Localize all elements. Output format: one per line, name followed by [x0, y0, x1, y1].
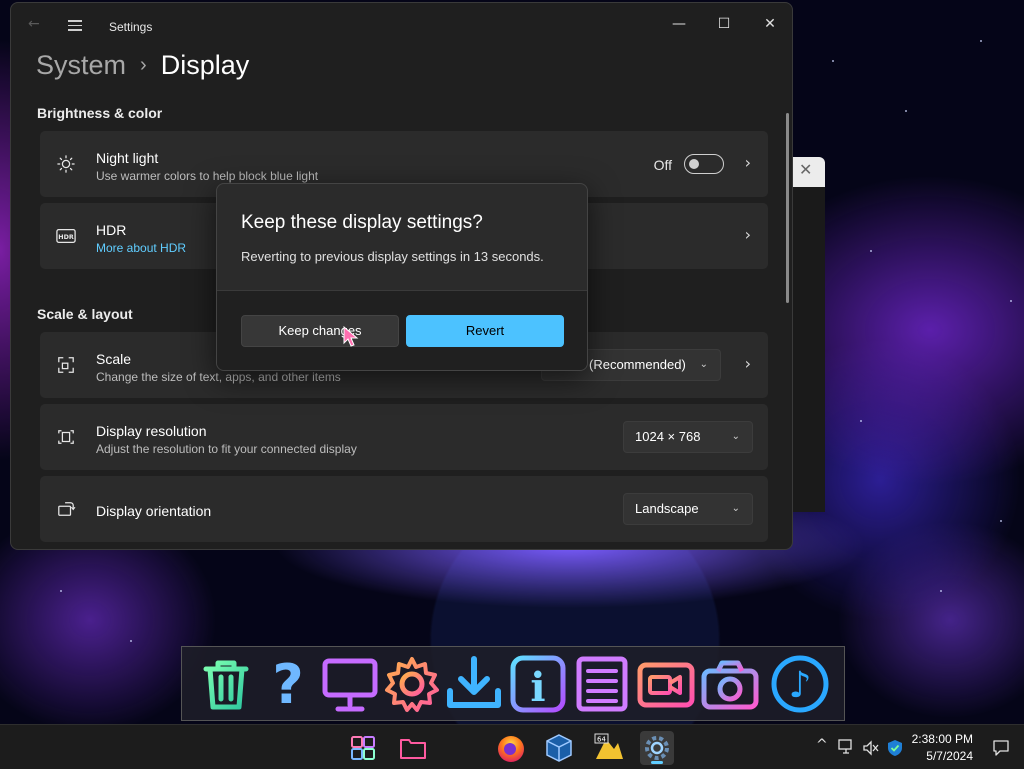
star [1010, 300, 1012, 302]
section-heading-brightness: Brightness & color [37, 105, 163, 121]
music-icon[interactable]: ♪ [770, 653, 830, 715]
night-light-title: Night light [96, 150, 159, 166]
svg-text:i: i [530, 664, 545, 711]
settings-icon[interactable] [640, 731, 674, 765]
display-orientation-card: Display orientation Landscape ⌄ [40, 476, 768, 542]
clock-time: 2:38:00 PM [911, 732, 973, 746]
clock[interactable]: 2:38:00 PM 5/7/2024 [912, 731, 973, 765]
svg-text:HDR: HDR [58, 234, 74, 241]
dialog-title: Keep these display settings? [241, 212, 483, 233]
chevron-right-icon[interactable]: › [745, 225, 751, 244]
star [980, 40, 982, 42]
star [1000, 520, 1002, 522]
video-camera-icon[interactable] [636, 653, 696, 715]
trash-icon[interactable] [196, 653, 256, 715]
file-explorer-icon[interactable] [396, 731, 430, 765]
night-light-toggle[interactable] [684, 154, 724, 174]
section-heading-scale-layout: Scale & layout [37, 306, 133, 322]
tray-overflow-chevron-icon[interactable]: ^ [816, 737, 828, 753]
svg-text:♪: ♪ [789, 665, 812, 706]
resolution-icon [58, 430, 74, 444]
scale-icon [58, 357, 74, 373]
orientation-title: Display orientation [96, 503, 212, 519]
security-shield-icon[interactable] [886, 739, 904, 757]
revert-button[interactable]: Revert [406, 315, 564, 347]
resolution-title: Display resolution [96, 423, 207, 439]
star [60, 590, 62, 592]
start-icon[interactable] [346, 731, 380, 765]
keep-settings-dialog: Keep these display settings? Reverting t… [216, 183, 588, 371]
display-resolution-card: Display resolution Adjust the resolution… [40, 404, 768, 470]
document-icon[interactable] [572, 653, 632, 715]
orientation-icon [58, 502, 76, 516]
chevron-right-icon[interactable]: › [745, 153, 751, 172]
resolution-value: 1024 × 768 [635, 429, 701, 444]
background-window-close-icon[interactable]: ✕ [799, 160, 812, 179]
star [860, 420, 862, 422]
dialog-message: Reverting to previous display settings i… [241, 249, 544, 264]
star [870, 250, 872, 252]
chevron-down-icon: ⌄ [731, 431, 740, 442]
notification-icon[interactable] [992, 739, 1010, 757]
download-icon[interactable] [444, 653, 504, 715]
breadcrumb: System › Display [36, 50, 249, 81]
breadcrumb-separator: › [140, 54, 147, 76]
star [940, 590, 942, 592]
virtualbox-icon[interactable] [542, 731, 576, 765]
settings-gear-icon[interactable] [382, 653, 442, 715]
resolution-subtitle: Adjust the resolution to fit your connec… [96, 442, 357, 456]
photo-camera-icon[interactable] [700, 653, 760, 715]
help-icon[interactable]: ? [258, 653, 318, 715]
dock: ? i ♪ [181, 646, 845, 721]
minimize-button[interactable]: — [659, 9, 699, 39]
taskbar: 64 ^ 2:38:00 PM 5/7/2024 [0, 724, 1024, 769]
window-title: Settings [109, 20, 153, 34]
background-window [793, 187, 825, 512]
scale-title: Scale [96, 351, 132, 367]
back-arrow-icon[interactable]: ← [28, 16, 40, 32]
close-button[interactable]: ✕ [750, 9, 790, 39]
breadcrumb-system[interactable]: System [36, 50, 126, 80]
speaker-muted-icon[interactable] [862, 740, 880, 756]
app-64-icon[interactable]: 64 [592, 731, 626, 765]
hdr-more-link[interactable]: More about HDR [96, 241, 186, 255]
firefox-icon[interactable] [494, 731, 528, 765]
brightness-icon [57, 155, 75, 173]
star [832, 60, 834, 62]
scale-subtitle: Change the size of text, apps, and other… [96, 370, 341, 384]
orientation-dropdown[interactable]: Landscape ⌄ [623, 493, 753, 525]
hdr-icon: HDR [56, 229, 76, 243]
chevron-down-icon: ⌄ [699, 359, 708, 370]
title-bar: ← Settings — ☐ ✕ [11, 3, 792, 47]
network-icon[interactable] [838, 739, 856, 755]
monitor-icon[interactable] [320, 653, 380, 715]
orientation-value: Landscape [635, 501, 699, 516]
svg-text:?: ? [272, 653, 303, 715]
mouse-cursor-icon [343, 326, 359, 347]
info-icon[interactable]: i [508, 653, 568, 715]
resolution-dropdown[interactable]: 1024 × 768 ⌄ [623, 421, 753, 453]
night-light-toggle-label: Off [653, 157, 672, 173]
keep-changes-button[interactable]: Keep changes [241, 315, 399, 347]
star [905, 110, 907, 112]
active-indicator [651, 761, 663, 764]
scrollbar[interactable] [786, 113, 789, 303]
night-light-subtitle: Use warmer colors to help block blue lig… [96, 169, 319, 183]
page-title: Display [160, 50, 250, 80]
svg-text:64: 64 [597, 736, 606, 744]
star [130, 640, 132, 642]
hamburger-menu-icon[interactable] [68, 20, 82, 31]
clock-date: 5/7/2024 [926, 749, 973, 763]
chevron-right-icon[interactable]: › [745, 354, 751, 373]
hdr-title: HDR [96, 222, 127, 238]
maximize-button[interactable]: ☐ [704, 9, 744, 39]
chevron-down-icon: ⌄ [731, 503, 740, 514]
